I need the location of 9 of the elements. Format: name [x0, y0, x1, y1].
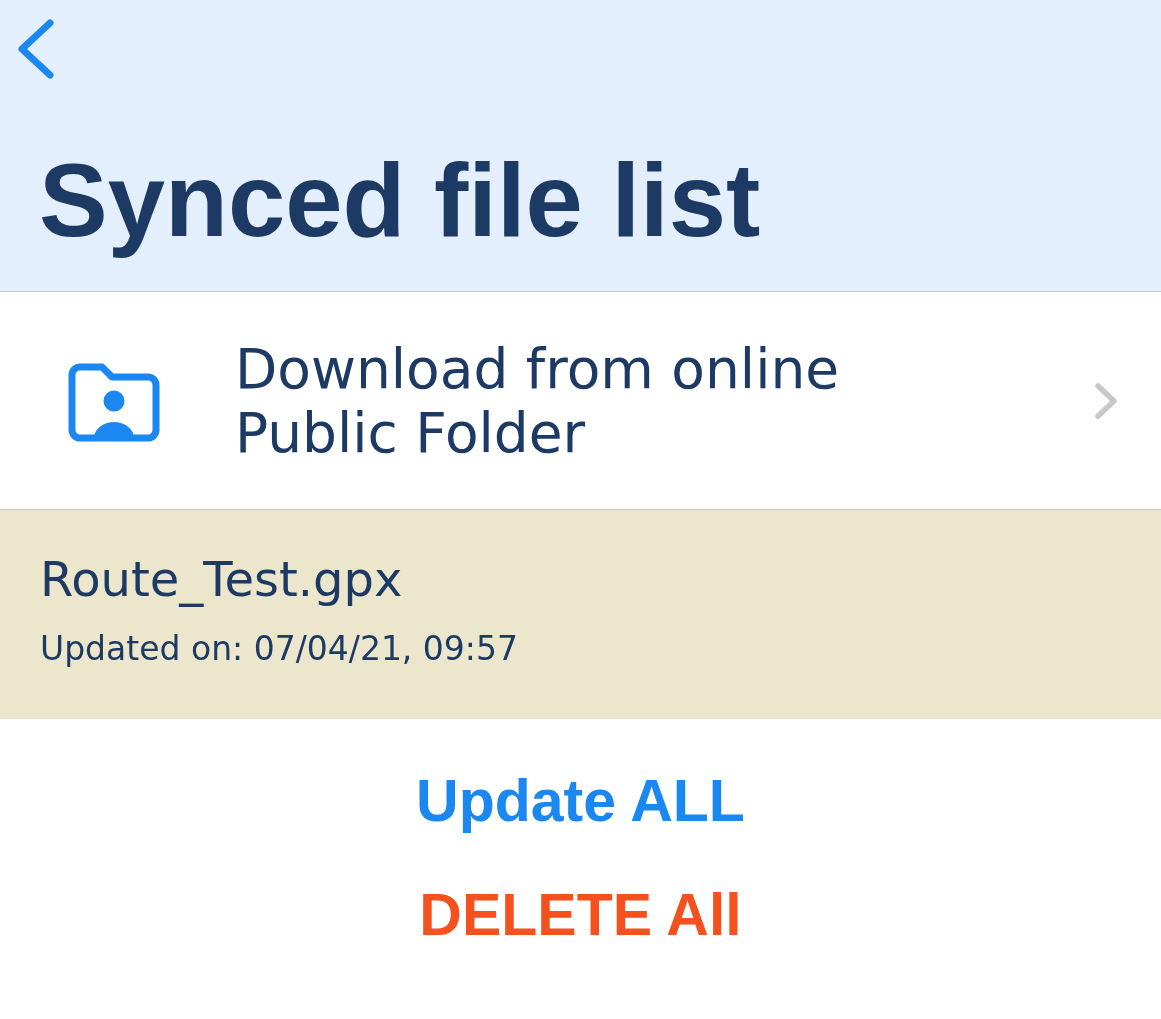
back-chevron-icon	[16, 18, 56, 80]
page-title: Synced file list	[39, 142, 761, 260]
folder-person-icon	[68, 363, 160, 442]
file-list-item[interactable]: Route_Test.gpx Updated on: 07/04/21, 09:57	[0, 510, 1161, 719]
chevron-right-icon	[1093, 380, 1119, 421]
back-button[interactable]	[16, 18, 56, 80]
file-name: Route_Test.gpx	[40, 550, 403, 609]
update-all-button[interactable]: Update ALL	[404, 764, 757, 838]
file-updated-date: Updated on: 07/04/21, 09:57	[40, 628, 518, 670]
